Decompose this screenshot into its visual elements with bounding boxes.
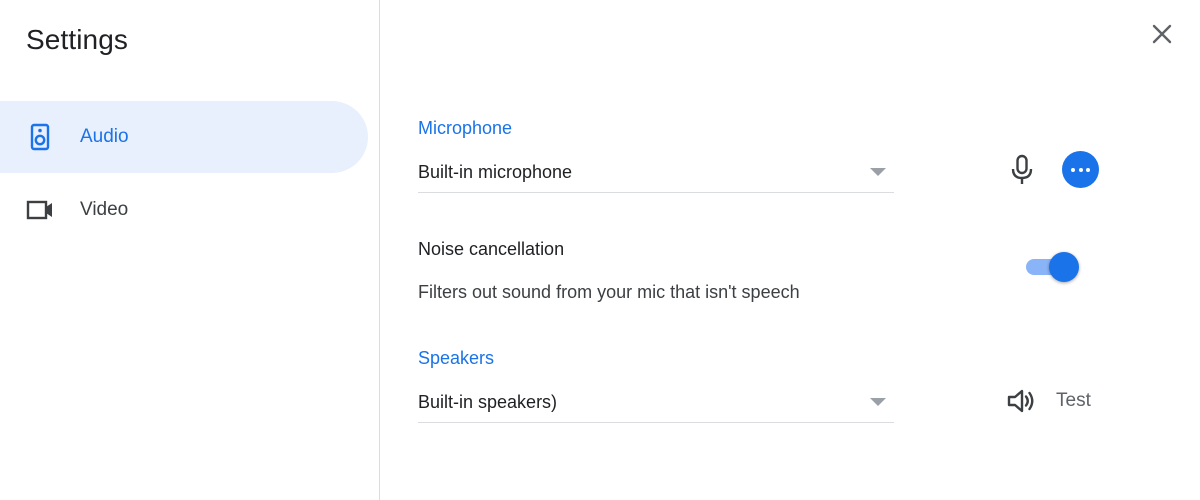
speaker-device-icon — [30, 123, 50, 151]
sidebar-item-label: Video — [80, 199, 129, 220]
microphone-select-value: Built-in microphone — [418, 162, 573, 182]
microphone-section-label: Microphone — [418, 118, 513, 138]
more-options-button[interactable] — [1062, 151, 1099, 188]
noise-cancellation-description: Filters out sound from your mic that isn… — [418, 282, 800, 302]
mic-icon[interactable] — [1008, 154, 1036, 186]
noise-cancellation-toggle[interactable] — [1024, 252, 1082, 282]
test-speakers-button[interactable]: Test — [1006, 385, 1106, 417]
dropdown-arrow-icon — [870, 168, 886, 176]
close-icon[interactable] — [1146, 18, 1178, 50]
sidebar-item-audio[interactable]: Audio — [0, 101, 368, 173]
videocam-icon — [26, 200, 52, 220]
speakers-select[interactable]: Built-in speakers) — [418, 382, 894, 423]
settings-sidebar: Settings Audio Video — [0, 0, 380, 500]
microphone-select[interactable]: Built-in microphone — [418, 152, 894, 193]
dropdown-arrow-icon — [870, 398, 886, 406]
noise-cancellation-title: Noise cancellation — [418, 239, 565, 259]
page-title: Settings — [26, 24, 128, 55]
speakers-section-label: Speakers — [418, 348, 495, 368]
test-label: Test — [1056, 390, 1091, 411]
sidebar-item-label: Audio — [80, 126, 129, 147]
speakers-select-value: Built-in speakers) — [418, 392, 558, 412]
sidebar-item-video[interactable]: Video — [0, 174, 368, 246]
volume-icon — [1007, 389, 1034, 413]
toggle-thumb — [1049, 252, 1079, 282]
